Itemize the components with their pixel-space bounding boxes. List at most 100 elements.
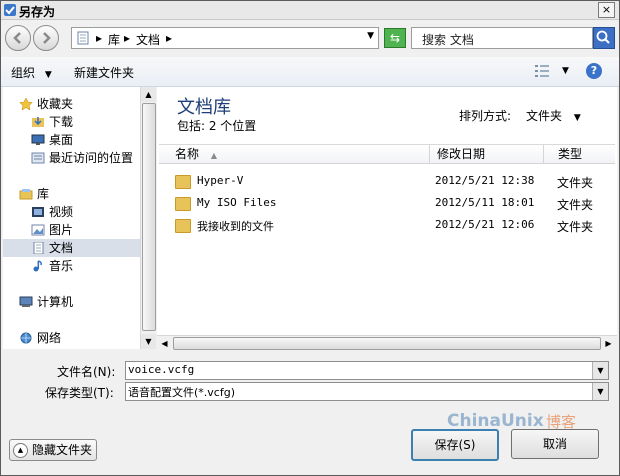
breadcrumb-library[interactable]: 库	[108, 31, 120, 48]
file-date: 2012/5/11 18:01	[435, 196, 535, 209]
library-icon	[19, 189, 33, 200]
new-folder-button[interactable]: 新建文件夹	[74, 64, 134, 81]
chevron-right-icon[interactable]: ▸	[96, 31, 102, 45]
close-button[interactable]: ×	[598, 2, 615, 18]
command-bar: 组织 ▼ 新建文件夹 ▼ ?	[1, 57, 619, 87]
scroll-up-arrow[interactable]: ▲	[141, 87, 156, 102]
cancel-button[interactable]: 取消	[511, 429, 599, 459]
window-title: 另存为	[19, 5, 56, 19]
chevron-down-icon[interactable]: ▼	[592, 383, 608, 400]
sidebar-item-music[interactable]: 音乐	[31, 257, 73, 275]
filetype-select[interactable]: 语音配置文件(*.vcfg) ▼	[125, 382, 609, 401]
sidebar-item-label: 视频	[49, 205, 74, 219]
sidebar-item-network[interactable]: 网络	[19, 329, 61, 347]
chevron-down-icon: ▼	[44, 70, 52, 80]
save-button[interactable]: 保存(S)	[411, 429, 499, 461]
scroll-left-arrow[interactable]: ◀	[157, 336, 172, 351]
file-name: My ISO Files	[197, 196, 277, 209]
sidebar-item-label: 计算机	[37, 295, 74, 309]
help-icon: ?	[590, 64, 598, 77]
picture-icon	[31, 224, 45, 236]
star-icon	[19, 98, 33, 110]
file-name: Hyper-V	[197, 174, 244, 187]
download-folder-icon	[32, 117, 44, 127]
sidebar-item-label: 图片	[49, 223, 74, 237]
search-input[interactable]: 搜索 文档	[411, 27, 593, 49]
forward-button[interactable]	[33, 25, 59, 51]
address-bar[interactable]: ▸ 库 ▸ 文档 ▸ ▼	[71, 27, 379, 49]
sidebar-item-label: 网络	[37, 331, 62, 345]
chevron-up-icon: ▲	[13, 443, 28, 458]
sort-ascending-icon: ▲	[210, 151, 217, 160]
organize-label: 组织	[11, 66, 36, 80]
chevron-down-icon[interactable]: ▼	[367, 31, 374, 41]
save-as-dialog: 另存为 × ▸ 库 ▸ 文档 ▸ ▼ ⇆ 搜索 文档 组织 ▼ 新建文件夹 ▼ …	[0, 0, 620, 476]
sidebar-item-pictures[interactable]: 图片	[31, 221, 73, 239]
filename-field[interactable]: voice.vcfg ▼	[125, 361, 609, 380]
view-list-icon[interactable]	[534, 64, 550, 78]
folder-icon	[175, 219, 191, 233]
computer-icon	[19, 296, 33, 307]
filename-label: 文件名(N):	[57, 365, 116, 379]
app-icon	[4, 4, 16, 16]
library-icon	[77, 31, 89, 45]
title-bar: 另存为 ×	[1, 1, 619, 20]
sidebar-item-computer[interactable]: 计算机	[19, 293, 73, 311]
scroll-thumb[interactable]	[173, 337, 601, 350]
scroll-down-arrow[interactable]: ▼	[141, 334, 156, 349]
arrange-by-value: 文件夹	[526, 109, 563, 123]
scroll-thumb[interactable]	[142, 103, 156, 331]
horizontal-scrollbar[interactable]: ◀ ▶	[157, 335, 617, 351]
sidebar-item-downloads[interactable]: 下载	[31, 113, 73, 131]
sidebar-item-label: 最近访问的位置	[49, 151, 134, 165]
column-headers: 名称 ▲ 修改日期 类型	[159, 144, 615, 164]
chevron-down-icon[interactable]: ▼	[562, 66, 569, 76]
sidebar-item-label: 音乐	[49, 259, 74, 273]
help-button[interactable]: ?	[586, 63, 602, 79]
recent-places-icon	[31, 152, 45, 164]
file-list-pane: 文档库 包括: 2 个位置 排列方式: 文件夹 ▼ 名称 ▲ 修改日期 类型 H…	[157, 87, 617, 349]
sidebar-item-favorites[interactable]: 收藏夹	[19, 95, 73, 113]
watermark-logo: ChinaUnix	[447, 411, 544, 431]
file-row[interactable]: 我接收到的文件 2012/5/21 12:06 文件夹	[159, 215, 615, 235]
sidebar-item-label: 收藏夹	[37, 97, 74, 111]
column-header-type[interactable]: 类型	[552, 145, 620, 163]
back-button[interactable]	[5, 25, 31, 51]
file-row[interactable]: Hyper-V 2012/5/21 12:38 文件夹	[159, 171, 615, 191]
column-header-name[interactable]: 名称 ▲	[159, 145, 430, 163]
arrange-by-label: 排列方式:	[459, 109, 512, 123]
hide-folders-button[interactable]: ▲ 隐藏文件夹	[9, 439, 98, 461]
search-button[interactable]	[593, 27, 615, 49]
search-placeholder: 搜索 文档	[422, 33, 474, 47]
library-subtitle[interactable]: 包括: 2 个位置	[177, 117, 256, 134]
organize-button[interactable]: 组织 ▼	[11, 64, 52, 81]
refresh-button[interactable]: ⇆	[384, 28, 406, 48]
arrow-right-icon	[43, 32, 51, 44]
scroll-right-arrow[interactable]: ▶	[601, 336, 616, 351]
file-name: 我接收到的文件	[197, 220, 274, 233]
network-icon	[20, 332, 32, 344]
navigation-scrollbar[interactable]: ▲ ▼	[140, 87, 156, 349]
sidebar-item-documents[interactable]: 文档	[3, 239, 141, 257]
chevron-right-icon[interactable]: ▸	[166, 31, 172, 45]
sidebar-item-videos[interactable]: 视频	[31, 203, 73, 221]
folder-icon	[175, 197, 191, 211]
folder-icon	[175, 175, 191, 189]
search-icon	[596, 30, 610, 44]
breadcrumb-documents[interactable]: 文档	[136, 31, 160, 48]
file-row[interactable]: My ISO Files 2012/5/11 18:01 文件夹	[159, 193, 615, 213]
file-date: 2012/5/21 12:38	[435, 174, 535, 187]
file-type: 文件夹	[557, 176, 594, 190]
document-icon	[33, 242, 44, 254]
library-title: 文档库	[177, 97, 231, 118]
column-header-modified[interactable]: 修改日期	[429, 145, 544, 163]
navigation-pane: 收藏夹 下载 桌面 最近访问的位置 库 视频 图片 文档 音乐 计算机 网络	[3, 87, 156, 349]
music-icon	[33, 260, 42, 272]
chevron-down-icon[interactable]: ▼	[592, 362, 608, 379]
sidebar-item-libraries[interactable]: 库	[19, 185, 49, 203]
chevron-right-icon[interactable]: ▸	[124, 31, 130, 45]
sidebar-item-recent-places[interactable]: 最近访问的位置	[31, 149, 133, 167]
arrange-by-dropdown[interactable]: 文件夹 ▼	[526, 107, 581, 124]
sidebar-item-desktop[interactable]: 桌面	[31, 131, 73, 149]
navigation-bar: ▸ 库 ▸ 文档 ▸ ▼ ⇆ 搜索 文档	[1, 20, 619, 56]
